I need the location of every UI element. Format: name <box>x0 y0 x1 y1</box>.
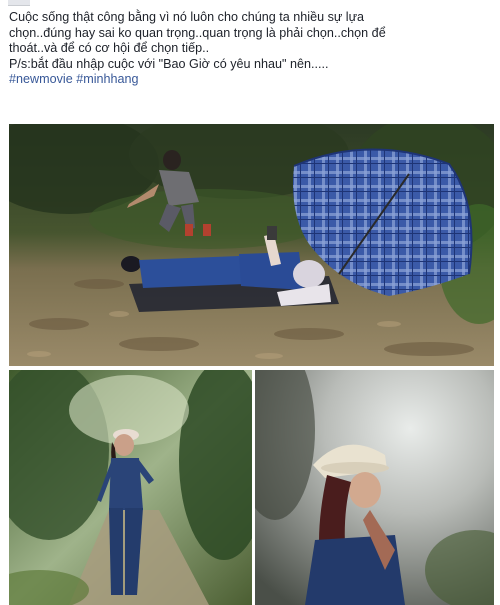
photo-forest-umbrella-scene[interactable] <box>9 124 494 366</box>
top-header-sliver <box>0 0 500 6</box>
photo-woman-white-cap[interactable] <box>255 370 494 605</box>
hashtag-minhhang[interactable]: #minhhang <box>76 72 138 86</box>
post-line-1: Cuộc sống thật công bằng vì nó luôn cho … <box>9 10 365 24</box>
profile-thumbnail-icon[interactable] <box>8 0 30 6</box>
post-line-3: thoát..và để có cơ hội để chọn tiếp.. <box>9 41 210 56</box>
hashtag-row: #newmovie #minhhang <box>9 72 493 88</box>
post-line-2: chọn..đúng hay sai ko quan trọng..quan t… <box>9 25 386 40</box>
photo-forest-umbrella-image <box>9 124 494 366</box>
post-line-4: P/s:bắt đầu nhập cuộc với "Bao Giờ có yê… <box>9 56 329 71</box>
photo-woman-cap-image <box>255 370 494 605</box>
hashtag-newmovie[interactable]: #newmovie <box>9 72 73 86</box>
photo-woman-path-image <box>9 370 252 605</box>
photo-woman-forest-path[interactable] <box>9 370 252 605</box>
post-text: Cuộc sống thật công bằng vì nó luôn cho … <box>9 10 493 88</box>
